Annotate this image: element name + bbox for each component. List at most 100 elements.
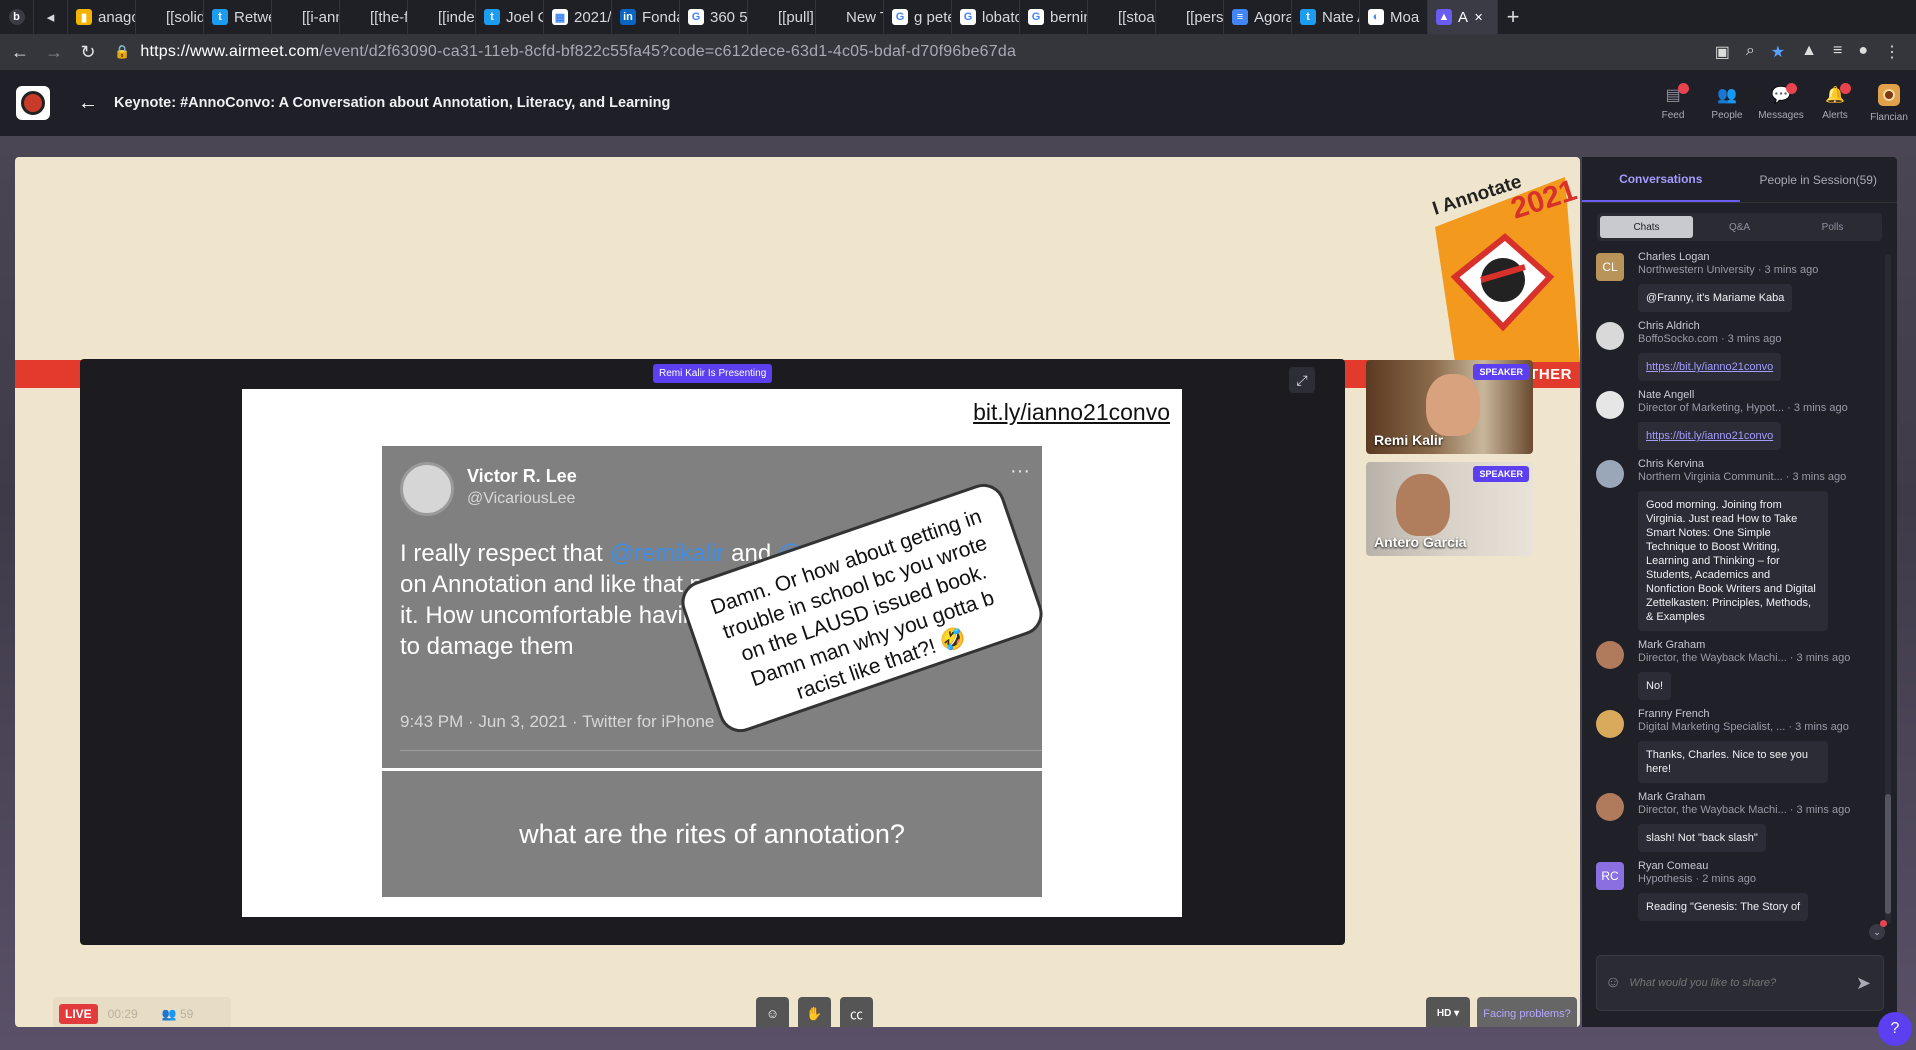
browser-tab[interactable]: G 360 5 [680,0,748,34]
sender-name[interactable]: Mark Graham [1638,639,1897,651]
tab-favicon: ▲ [1436,9,1452,25]
back-nav-button[interactable]: ← [6,38,34,66]
browser-tab[interactable]: New Tab [816,0,884,34]
facing-problems-button[interactable]: Facing problems? [1477,997,1577,1027]
browser-tab[interactable]: t Retwe [204,0,272,34]
avatar[interactable] [1596,391,1624,419]
quality-selector[interactable]: HD ▾ [1426,997,1470,1027]
sender-name[interactable]: Charles Logan [1638,251,1897,263]
avatar[interactable]: CL [1596,253,1624,281]
sender-org-time: Digital Marketing Specialist, ... · 3 mi… [1638,721,1849,733]
tab-label: [[i-ann [302,8,340,26]
subtab-chats[interactable]: Chats [1600,216,1693,238]
chat-scrollbar[interactable] [1885,254,1891,924]
forward-nav-button[interactable]: → [40,38,68,66]
zoom-icon[interactable]: ⌕ [1746,42,1755,62]
chat-composer: ☺ ➤ [1596,955,1884,1011]
extension-icon[interactable]: ▲ [1801,42,1817,62]
sender-name[interactable]: Ryan Comeau [1638,860,1897,872]
sender-name[interactable]: Mark Graham [1638,791,1897,803]
scroll-to-bottom-button[interactable]: ⌄ [1869,920,1887,940]
tab-people-in-session[interactable]: People in Session(59) [1740,157,1898,202]
browser-tab[interactable]: ▮ anago [68,0,136,34]
tab-conversations[interactable]: Conversations [1582,157,1740,202]
header-nav-people[interactable]: 👥 People [1700,70,1754,136]
subtab-qa[interactable]: Q&A [1693,216,1786,238]
browser-tab[interactable]: t Nate A [1292,0,1360,34]
browser-tab[interactable]: [[pull] [748,0,816,34]
browser-tab[interactable]: Gbernin [1020,0,1088,34]
avatar[interactable] [1596,641,1624,669]
close-icon[interactable]: ✕ [1474,11,1483,24]
browser-tab[interactable]: [[solid [136,0,204,34]
chevron-down-icon: ▾ [1451,1008,1460,1019]
url-field[interactable]: 🔒 https://www.airmeet.com/event/d2f63090… [114,38,1715,66]
browser-tab[interactable]: ◐ Moa [1360,0,1428,34]
header-nav: ▤ Feed 👥 People 💬 Messages 🔔 Alerts Flancian [1646,70,1916,136]
browser-tab[interactable]: ≡ Agora [1224,0,1292,34]
new-tab-button[interactable]: + [1498,4,1528,30]
avatar[interactable]: RC [1596,862,1624,890]
bookmark-star-icon[interactable]: ★ [1771,42,1785,62]
speaker-tile-antero[interactable]: SPEAKER Antero Garcia [1366,462,1533,556]
sender-name[interactable]: Franny French [1638,708,1897,720]
back-button[interactable]: ← [78,92,98,115]
browser-tab[interactable]: Gg pete [884,0,952,34]
event-logo[interactable] [16,86,50,120]
tab-favicon: G [960,9,976,25]
chat-input[interactable] [1629,977,1856,989]
message-text: Good morning. Joining from Virginia. Jus… [1638,491,1828,631]
scroll-thumb[interactable] [1885,794,1891,914]
reading-list-icon[interactable]: ≡ [1833,42,1842,62]
subtab-polls[interactable]: Polls [1786,216,1879,238]
header-nav-flancian[interactable]: Flancian [1862,70,1916,136]
sender-name[interactable]: Chris Kervina [1638,458,1897,470]
browser-tab[interactable]: [[inde [408,0,476,34]
speaker-face [1426,374,1480,436]
message-link[interactable]: https://bit.ly/ianno21convo [1638,353,1782,381]
browser-tab[interactable]: t Joel Cl [476,0,544,34]
browser-tab[interactable]: in Fonda [612,0,680,34]
camera-icon[interactable]: ▣ [1715,42,1730,62]
header-nav-feed[interactable]: ▤ Feed [1646,70,1700,136]
tab-favicon: t [212,9,228,25]
browser-tab[interactable]: [[i-ann [272,0,340,34]
tweet-author: Victor R. Lee [467,466,577,486]
profile-icon[interactable]: ● [1858,42,1868,62]
sender-name[interactable]: Nate Angell [1638,389,1897,401]
tab-audio-control[interactable]: ◂ [34,0,68,34]
speaker-tile-remi[interactable]: SPEAKER Remi Kalir [1366,360,1533,454]
send-icon[interactable]: ➤ [1856,973,1871,994]
help-button[interactable]: ? [1878,1012,1912,1046]
browser-menu-button[interactable]: b [0,0,34,34]
browser-tab[interactable]: ▲ A ✕ [1428,0,1498,34]
tab-favicon: in [620,9,636,25]
kebab-menu-icon[interactable]: ⋮ [1884,42,1900,62]
avatar[interactable] [1596,322,1624,350]
browser-tab[interactable]: [[the-f [340,0,408,34]
more-icon: ··· [1010,460,1030,482]
avatar[interactable] [1596,710,1624,738]
header-nav-alerts[interactable]: 🔔 Alerts [1808,70,1862,136]
arrow-left-icon: ← [78,91,98,114]
avatar[interactable] [1596,460,1624,488]
emoji-reaction-button[interactable]: ☺ [756,997,789,1027]
browser-tab[interactable]: Globato [952,0,1020,34]
sender-org-time: Northwestern University · 3 mins ago [1638,264,1819,276]
browser-tab[interactable]: ▦ 2021/F [544,0,612,34]
browser-tab[interactable]: [[pers [1156,0,1224,34]
captions-button[interactable]: ㏄ [840,997,873,1027]
raise-hand-button[interactable]: ✋ [798,997,831,1027]
tab-label: anago [98,8,136,26]
browser-tab[interactable]: [[stoa [1088,0,1156,34]
reload-button[interactable]: ↻ [74,38,102,66]
sender-name[interactable]: Chris Aldrich [1638,320,1897,332]
message-link[interactable]: https://bit.ly/ianno21convo [1638,422,1782,450]
header-nav-messages[interactable]: 💬 Messages [1754,70,1808,136]
emoji-icon[interactable]: ☺ [1605,974,1621,992]
app-header: ← Keynote: #AnnoConvo: A Conversation ab… [0,70,1916,136]
fullscreen-button[interactable]: ⤢ [1289,367,1315,393]
avatar[interactable] [1596,793,1624,821]
chat-message-list[interactable]: CL Charles Logan Northwestern University ·… [1582,243,1897,935]
message-text: No! [1638,672,1672,700]
